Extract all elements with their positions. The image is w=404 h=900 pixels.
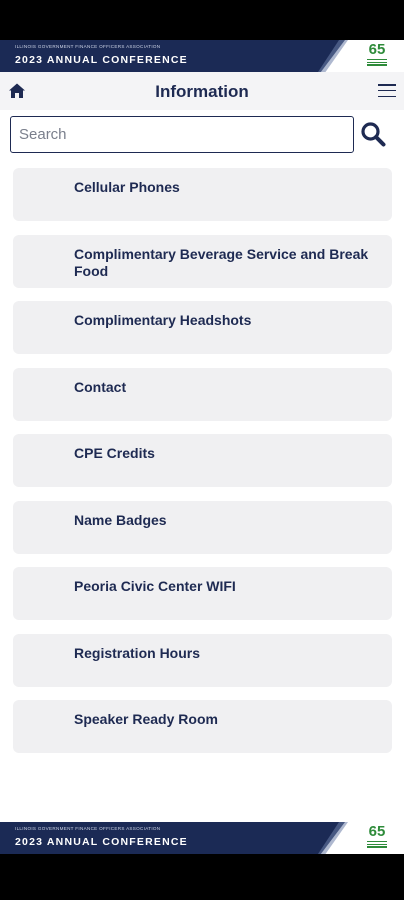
conference-banner-top: ILLINOIS GOVERNMENT FINANCE OFFICERS ASS… <box>0 40 404 72</box>
search-button[interactable] <box>360 121 386 147</box>
search-input[interactable] <box>10 116 354 153</box>
logo-subtext-lines <box>367 59 387 67</box>
anniversary-logo: 65 <box>366 41 388 71</box>
list-item[interactable]: Cellular Phones <box>13 168 392 221</box>
list-item-label: Contact <box>74 378 127 395</box>
info-list: Cellular Phones Complimentary Beverage S… <box>13 168 392 767</box>
hamburger-menu-icon <box>378 84 396 98</box>
system-nav-bar <box>0 854 404 900</box>
conference-banner-bottom: ILLINOIS GOVERNMENT FINANCE OFFICERS ASS… <box>0 822 404 854</box>
page-title: Information <box>155 82 249 101</box>
list-item[interactable]: Name Badges <box>13 500 392 554</box>
app-content: Information Cellular Phones Complimentar… <box>0 72 404 822</box>
list-item-label: Registration Hours <box>74 644 201 661</box>
banner-association: ILLINOIS GOVERNMENT FINANCE OFFICERS ASS… <box>15 44 161 49</box>
status-bar <box>0 0 404 40</box>
list-item-label: Name Badges <box>74 511 167 528</box>
anniversary-logo: 65 <box>366 823 388 853</box>
list-item-label: Complimentary Beverage Service and Break… <box>74 245 369 279</box>
list-item-label: Cellular Phones <box>74 179 180 195</box>
logo-subtext-lines <box>367 841 387 849</box>
list-item[interactable]: Peoria Civic Center WIFI <box>13 567 392 620</box>
list-item-label: CPE Credits <box>74 445 155 461</box>
header-bar: Information <box>0 72 404 110</box>
list-item[interactable]: Complimentary Beverage Service and Break… <box>13 234 392 288</box>
list-item[interactable]: Complimentary Headshots <box>13 301 392 354</box>
banner-title: 2023 ANNUAL CONFERENCE <box>15 54 188 66</box>
list-item-label: Peoria Civic Center WIFI <box>74 578 236 594</box>
logo-number: 65 <box>368 823 386 840</box>
list-item[interactable]: Contact <box>13 367 392 421</box>
search-icon <box>361 122 386 147</box>
menu-button[interactable] <box>378 84 396 98</box>
list-item[interactable]: Speaker Ready Room <box>13 700 392 753</box>
list-item[interactable]: Registration Hours <box>13 633 392 687</box>
logo-number: 65 <box>368 41 386 58</box>
banner-title: 2023 ANNUAL CONFERENCE <box>15 836 188 848</box>
list-item[interactable]: CPE Credits <box>13 434 392 487</box>
banner-association: ILLINOIS GOVERNMENT FINANCE OFFICERS ASS… <box>15 826 161 831</box>
list-item-label: Speaker Ready Room <box>74 711 218 727</box>
list-item-label: Complimentary Headshots <box>74 312 252 328</box>
